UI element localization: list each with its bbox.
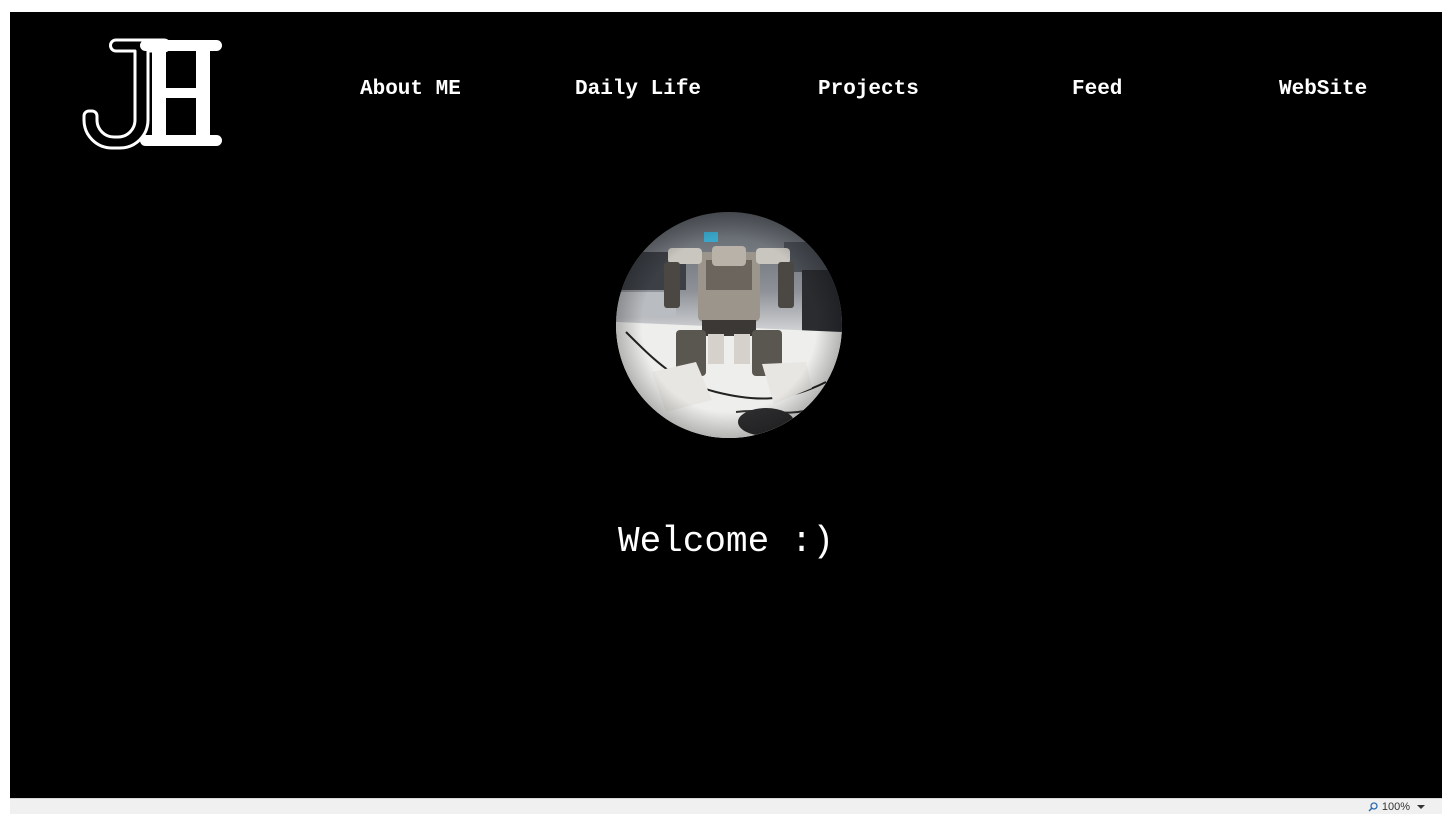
nav-about-me[interactable]: About ME — [360, 76, 461, 104]
nav-projects[interactable]: Projects — [818, 76, 919, 104]
hero-robot-photo — [616, 212, 842, 438]
zoom-control[interactable]: 100% — [1368, 800, 1428, 814]
nav-daily-life[interactable]: Daily Life — [575, 76, 701, 104]
main-nav: About ME Daily Life Projects Feed WebSit… — [10, 76, 1442, 106]
nav-feed[interactable]: Feed — [1072, 76, 1122, 104]
welcome-text: Welcome :) — [617, 521, 835, 562]
nav-website[interactable]: WebSite — [1279, 76, 1367, 104]
magnifier-icon — [1368, 802, 1378, 812]
browser-statusbar: 100% — [10, 798, 1442, 814]
browser-viewport: About ME Daily Life Projects Feed WebSit… — [10, 12, 1442, 798]
chevron-down-icon[interactable] — [1414, 802, 1428, 812]
zoom-level: 100% — [1381, 801, 1410, 813]
